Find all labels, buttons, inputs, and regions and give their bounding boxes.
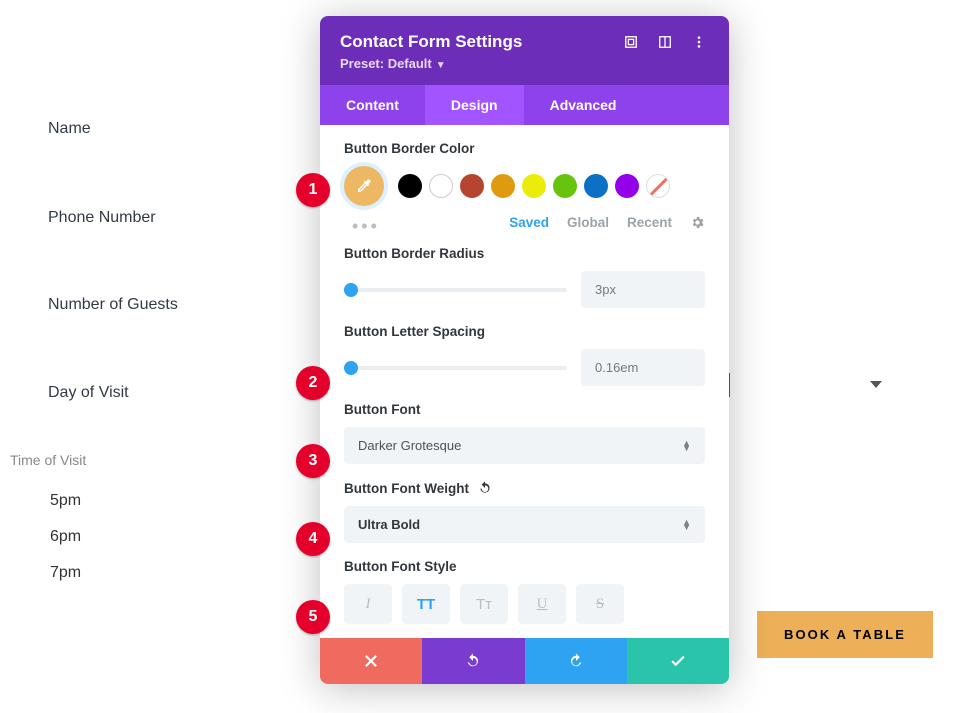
field-label-day-of-visit: Day of Visit [48,384,129,402]
columns-icon[interactable] [655,32,675,52]
tab-design[interactable]: Design [425,85,524,125]
redo-button[interactable] [525,638,627,684]
tab-advanced[interactable]: Advanced [524,85,643,125]
label-border-color: Button Border Color [344,141,705,156]
swatch-purple[interactable] [615,174,639,198]
swatch-green[interactable] [553,174,577,198]
swatch-blue[interactable] [584,174,608,198]
time-option-5pm[interactable]: 5pm [50,492,81,510]
more-icon[interactable] [689,32,709,52]
palette-tab-global[interactable]: Global [567,215,609,230]
font-weight-select[interactable]: Ultra Bold ▲▼ [344,506,705,543]
letter-spacing-value[interactable]: 0.16em [581,349,705,386]
swatch-white[interactable] [429,174,453,198]
label-font-style: Button Font Style [344,559,705,574]
annotation-badge-5: 5 [296,600,330,634]
field-label-name: Name [48,120,91,138]
select-chevron-icon: ▲▼ [682,441,691,451]
palette-tab-saved[interactable]: Saved [509,215,549,230]
style-uppercase-button[interactable]: TT [402,584,450,624]
annotation-badge-2: 2 [296,366,330,400]
swatch-orange[interactable] [491,174,515,198]
expand-icon[interactable] [621,32,641,52]
annotation-badge-1: 1 [296,173,330,207]
palette-tab-recent[interactable]: Recent [627,215,672,230]
settings-panel: Contact Form Settings Preset: Default▼ C… [320,16,729,684]
style-smallcaps-button[interactable]: Tᴛ [460,584,508,624]
time-option-7pm[interactable]: 7pm [50,564,81,582]
gear-icon[interactable] [690,215,705,230]
font-select[interactable]: Darker Grotesque ▲▼ [344,427,705,464]
dropdown-caret-icon[interactable] [870,381,882,388]
undo-button[interactable] [422,638,524,684]
border-radius-slider[interactable] [344,288,567,292]
style-underline-button[interactable]: U [518,584,566,624]
confirm-button[interactable] [627,638,729,684]
annotation-badge-3: 3 [296,444,330,478]
label-border-radius: Button Border Radius [344,246,705,261]
field-label-time-of-visit: Time of Visit [10,452,86,468]
style-strikethrough-button[interactable]: S [576,584,624,624]
reset-icon[interactable] [477,480,493,496]
book-a-table-button[interactable]: BOOK A TABLE [757,611,933,658]
annotation-badge-4: 4 [296,522,330,556]
swatch-transparent[interactable] [646,174,670,198]
field-label-phone: Phone Number [48,209,156,227]
field-label-guests: Number of Guests [48,296,178,314]
cancel-button[interactable] [320,638,422,684]
select-chevron-icon: ▲▼ [682,520,691,530]
eyedropper-button[interactable] [344,166,384,206]
swatch-red[interactable] [460,174,484,198]
preset-selector[interactable]: Preset: Default▼ [320,56,729,85]
label-font: Button Font [344,402,705,417]
swatch-yellow[interactable] [522,174,546,198]
border-radius-value[interactable]: 3px [581,271,705,308]
label-letter-spacing: Button Letter Spacing [344,324,705,339]
more-dots-icon[interactable]: ••• [352,216,380,237]
letter-spacing-slider[interactable] [344,366,567,370]
tabs: Content Design Advanced [320,85,729,125]
label-font-weight: Button Font Weight [344,481,469,496]
time-option-6pm[interactable]: 6pm [50,528,81,546]
swatch-black[interactable] [398,174,422,198]
panel-title: Contact Form Settings [340,32,607,52]
tab-content[interactable]: Content [320,85,425,125]
style-italic-button[interactable]: I [344,584,392,624]
